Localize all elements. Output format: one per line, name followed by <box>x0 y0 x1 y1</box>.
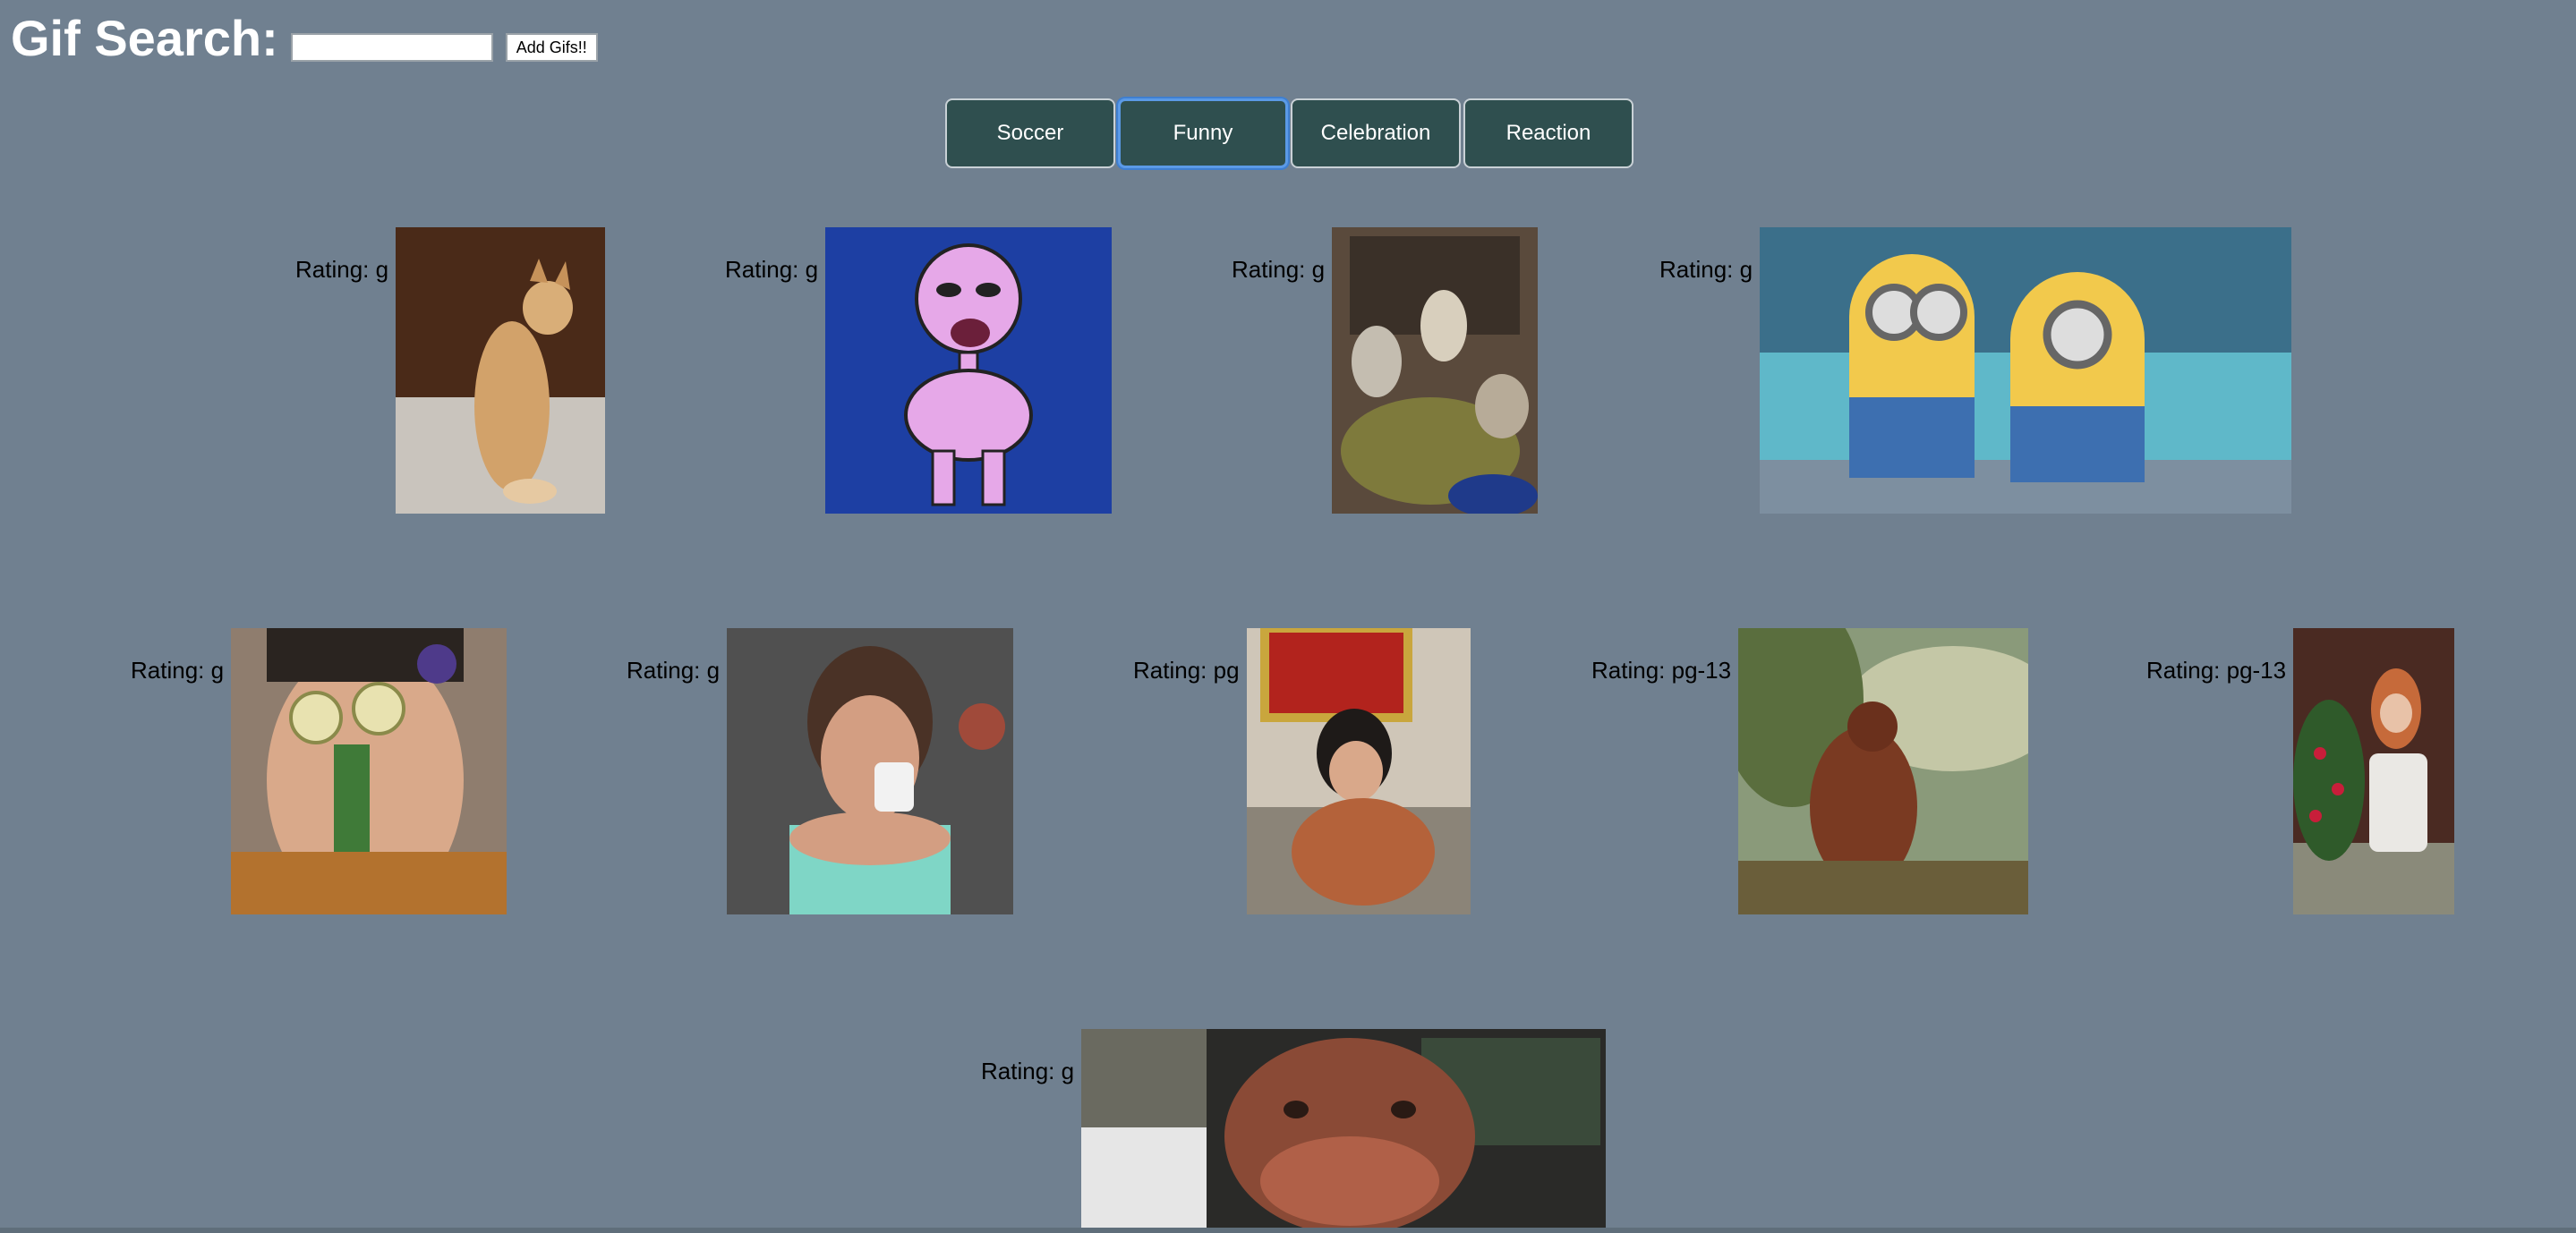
rating-label: Rating: g <box>627 657 721 684</box>
gif-image-car-dog[interactable] <box>1081 1029 1607 1229</box>
gif-item: Rating: g <box>627 628 1014 914</box>
gif-item: Rating: pg-13 <box>1591 628 2029 914</box>
rating-label: Rating: g <box>981 1058 1075 1084</box>
rating-label: Rating: g <box>295 256 389 283</box>
gif-item: Rating: g <box>1232 227 1539 514</box>
gif-image-sitting-woman[interactable] <box>1246 628 1471 914</box>
topic-button-celebration[interactable]: Celebration <box>1291 98 1461 168</box>
gif-item: Rating: g <box>1659 227 2292 514</box>
gif-image-redhead-woman[interactable] <box>2293 628 2455 914</box>
rating-label: Rating: g <box>725 256 819 283</box>
bottom-edge <box>0 1228 2576 1233</box>
rating-label: Rating: pg <box>1133 657 1240 684</box>
topic-button-soccer[interactable]: Soccer <box>945 98 1115 168</box>
gif-image-orangutan[interactable] <box>1738 628 2029 914</box>
gif-item: Rating: g <box>981 1029 1607 1229</box>
rating-label: Rating: g <box>1659 256 1753 283</box>
rating-label: Rating: pg-13 <box>1591 657 1732 684</box>
gif-image-llamas[interactable] <box>1332 227 1539 514</box>
topic-button-reaction[interactable]: Reaction <box>1463 98 1633 168</box>
page-title: Gif Search: <box>11 10 278 66</box>
gif-item: Rating: g <box>131 628 508 914</box>
gif-image-mug-drinker[interactable] <box>727 628 1014 914</box>
gif-item: Rating: g <box>295 227 606 514</box>
gif-image-minions[interactable] <box>1760 227 2292 514</box>
gif-image-skeleton[interactable] <box>825 227 1113 514</box>
gif-item: Rating: g <box>725 227 1113 514</box>
gif-item: Rating: pg-13 <box>2146 628 2455 914</box>
rating-label: Rating: g <box>1232 256 1326 283</box>
gif-search-input[interactable] <box>290 33 493 62</box>
gif-image-kitten[interactable] <box>396 227 606 514</box>
topic-buttons: Soccer Funny Celebration Reaction <box>945 98 1636 168</box>
rating-label: Rating: g <box>131 657 225 684</box>
rating-label: Rating: pg-13 <box>2146 657 2287 684</box>
gif-item: Rating: pg <box>1133 628 1471 914</box>
topic-button-funny[interactable]: Funny <box>1118 98 1288 168</box>
gif-image-cucumber-eyes[interactable] <box>231 628 508 914</box>
header: Gif Search: Add Gifs!! <box>11 7 598 70</box>
add-gifs-button[interactable]: Add Gifs!! <box>505 33 598 62</box>
